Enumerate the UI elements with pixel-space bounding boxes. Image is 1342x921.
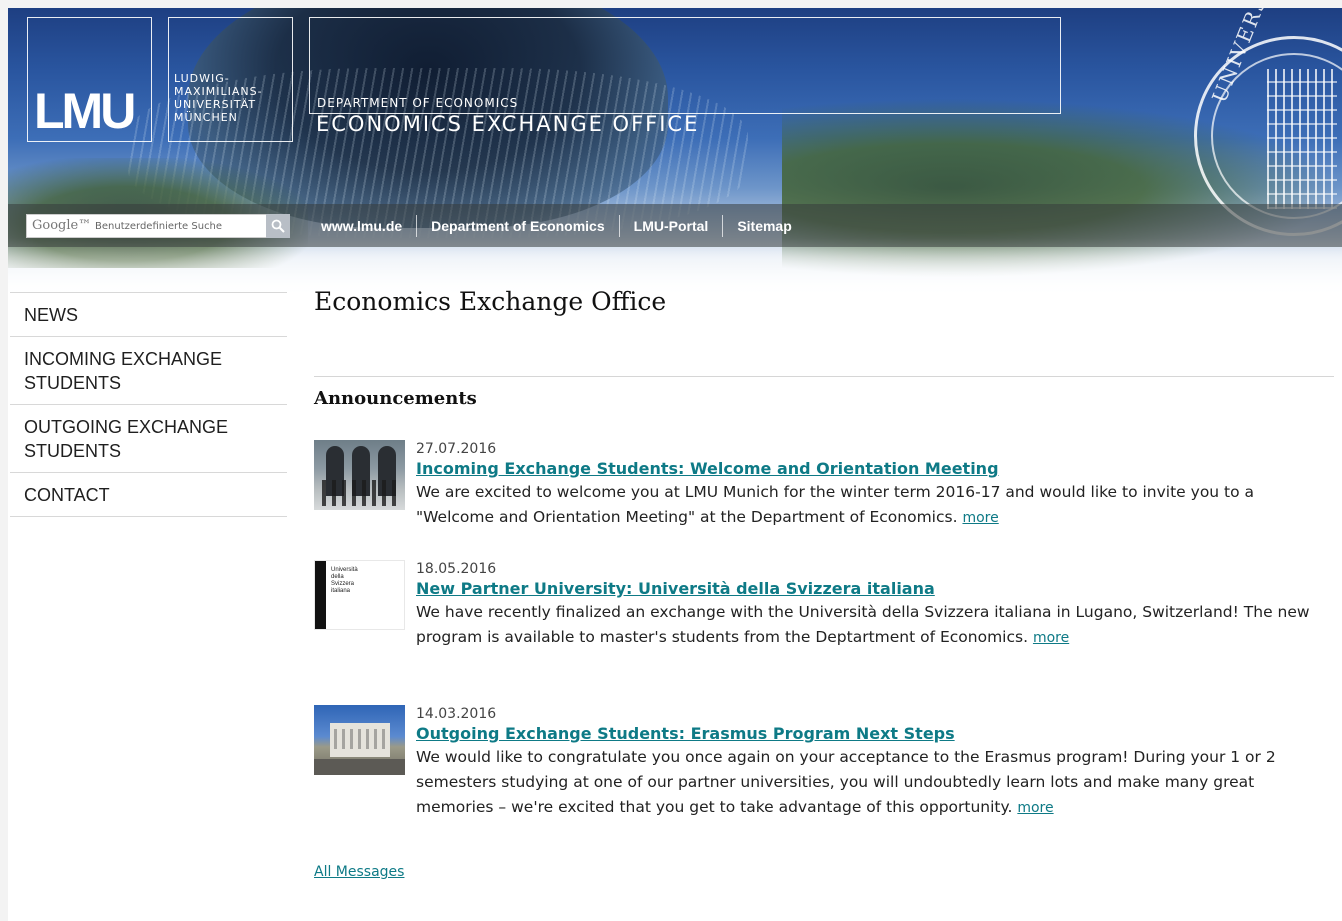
divider <box>314 376 1334 377</box>
main-content: Economics Exchange Office Announcements … <box>314 284 1334 880</box>
page-title: Economics Exchange Office <box>314 287 667 316</box>
department-box[interactable]: DEPARTMENT OF ECONOMICS <box>309 17 1061 114</box>
header-banner: UNIVERSI LMU LUDWIG- MAXIMILIANS- UNIVER… <box>8 8 1342 298</box>
sidebar-item-outgoing[interactable]: OUTGOING EXCHANGE STUDENTS <box>10 405 287 473</box>
news-text: We would like to congratulate you once a… <box>416 745 1334 821</box>
thumbnail-line: Università <box>331 567 358 573</box>
nav-links: www.lmu.de Department of Economics LMU-P… <box>313 212 806 240</box>
university-line: MÜNCHEN <box>174 111 238 124</box>
sidebar-item-contact[interactable]: CONTACT <box>10 473 287 517</box>
sidebar: NEWS INCOMING EXCHANGE STUDENTS OUTGOING… <box>10 292 287 517</box>
lmu-logo[interactable]: LMU <box>27 17 152 142</box>
news-thumbnail[interactable]: Università della Svizzera italiana <box>314 560 405 630</box>
thumbnail-people <box>322 480 398 506</box>
nav-bar: Google™ www.lmu.de Department of Economi… <box>8 204 1342 247</box>
university-name-box[interactable]: LUDWIG- MAXIMILIANS- UNIVERSITÄT MÜNCHEN <box>168 17 293 142</box>
search-box: Google™ <box>26 214 290 238</box>
thumbnail-bar <box>315 561 326 629</box>
university-line: UNIVERSITÄT <box>174 98 257 111</box>
google-brand: Google™ <box>32 218 92 233</box>
news-title-link[interactable]: New Partner University: Università della… <box>416 578 1334 600</box>
nav-link-lmu[interactable]: www.lmu.de <box>313 215 416 237</box>
more-link[interactable]: more <box>1033 630 1069 646</box>
department-name: DEPARTMENT OF ECONOMICS <box>317 96 519 110</box>
news-text-body: We have recently finalized an exchange w… <box>416 603 1310 646</box>
more-link[interactable]: more <box>1017 800 1053 816</box>
news-body: 27.07.2016 Incoming Exchange Students: W… <box>416 440 1334 531</box>
thumbnail-street <box>314 759 405 775</box>
thumbnail-logo-text: Università della Svizzera italiana <box>331 567 358 595</box>
news-title-link[interactable]: Incoming Exchange Students: Welcome and … <box>416 458 1334 480</box>
sidebar-item-news[interactable]: NEWS <box>10 293 287 337</box>
page: UNIVERSI LMU LUDWIG- MAXIMILIANS- UNIVER… <box>8 8 1342 921</box>
nav-link-sitemap[interactable]: Sitemap <box>722 215 805 237</box>
news-date: 27.07.2016 <box>416 441 497 457</box>
news-date: 14.03.2016 <box>416 706 497 722</box>
news-thumbnail[interactable] <box>314 440 405 510</box>
search-button[interactable] <box>266 214 290 238</box>
news-date: 18.05.2016 <box>416 561 497 577</box>
news-text: We have recently finalized an exchange w… <box>416 600 1334 651</box>
thumbnail-line: della <box>331 574 344 580</box>
seal-emblem <box>1267 69 1337 209</box>
office-title: ECONOMICS EXCHANGE OFFICE <box>316 112 700 136</box>
news-text: We are excited to welcome you at LMU Mun… <box>416 480 1334 531</box>
lmu-logo-text: LMU <box>34 83 136 139</box>
news-title-link[interactable]: Outgoing Exchange Students: Erasmus Prog… <box>416 723 1334 745</box>
sidebar-item-incoming[interactable]: INCOMING EXCHANGE STUDENTS <box>10 337 287 405</box>
news-body: 18.05.2016 New Partner University: Unive… <box>416 560 1334 651</box>
news-thumbnail[interactable] <box>314 705 405 775</box>
news-body: 14.03.2016 Outgoing Exchange Students: E… <box>416 705 1334 821</box>
thumbnail-building <box>330 723 390 757</box>
more-link[interactable]: more <box>962 510 998 526</box>
search-icon <box>271 219 285 233</box>
nav-link-department[interactable]: Department of Economics <box>416 215 618 237</box>
university-line: MAXIMILIANS- <box>174 85 263 98</box>
thumbnail-line: Svizzera <box>331 581 355 587</box>
all-messages-link[interactable]: All Messages <box>314 864 404 880</box>
university-name: LUDWIG- MAXIMILIANS- UNIVERSITÄT MÜNCHEN <box>174 72 292 124</box>
university-line: LUDWIG- <box>174 72 230 85</box>
section-title: Announcements <box>314 388 477 409</box>
thumbnail-line: italiana <box>331 588 351 594</box>
news-text-body: We would like to congratulate you once a… <box>416 748 1276 816</box>
seal-text: UNIVERSI <box>1207 8 1276 106</box>
nav-link-portal[interactable]: LMU-Portal <box>618 215 723 237</box>
news-text-body: We are excited to welcome you at LMU Mun… <box>416 483 1255 526</box>
